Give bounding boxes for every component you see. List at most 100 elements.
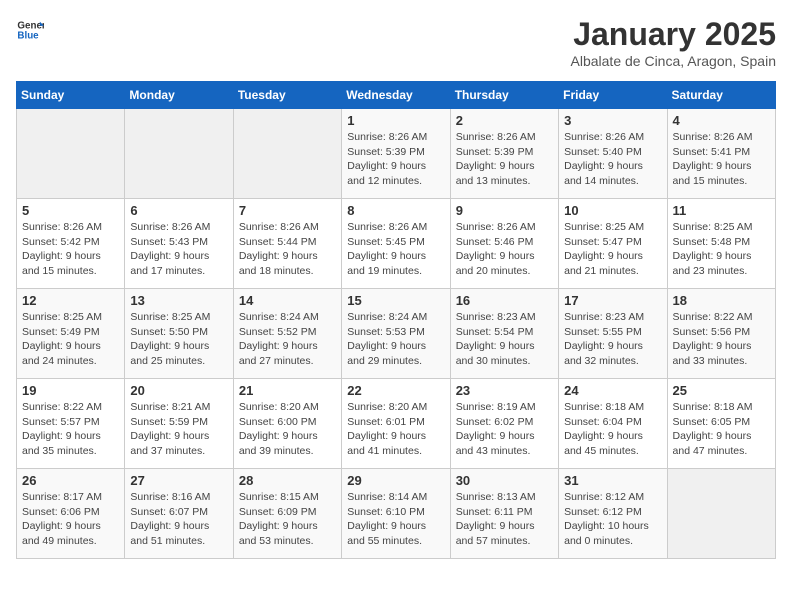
day-cell: 24 Sunrise: 8:18 AM Sunset: 6:04 PM Dayl… (559, 379, 667, 469)
sunset-text: Sunset: 5:59 PM (130, 416, 208, 428)
daylight-text: Daylight: 9 hours and 17 minutes. (130, 250, 209, 277)
day-info: Sunrise: 8:23 AM Sunset: 5:54 PM Dayligh… (456, 310, 553, 369)
day-number: 15 (347, 293, 444, 308)
day-info: Sunrise: 8:18 AM Sunset: 6:04 PM Dayligh… (564, 400, 661, 459)
sunrise-text: Sunrise: 8:26 AM (347, 221, 427, 233)
day-info: Sunrise: 8:26 AM Sunset: 5:46 PM Dayligh… (456, 220, 553, 279)
daylight-text: Daylight: 9 hours and 13 minutes. (456, 160, 535, 187)
day-info: Sunrise: 8:26 AM Sunset: 5:39 PM Dayligh… (347, 130, 444, 189)
header-friday: Friday (559, 82, 667, 109)
sunset-text: Sunset: 6:11 PM (456, 506, 533, 518)
day-cell: 8 Sunrise: 8:26 AM Sunset: 5:45 PM Dayli… (342, 199, 450, 289)
daylight-text: Daylight: 9 hours and 19 minutes. (347, 250, 426, 277)
day-info: Sunrise: 8:26 AM Sunset: 5:44 PM Dayligh… (239, 220, 336, 279)
day-number: 16 (456, 293, 553, 308)
sunset-text: Sunset: 5:39 PM (456, 146, 534, 158)
week-row-3: 12 Sunrise: 8:25 AM Sunset: 5:49 PM Dayl… (17, 289, 776, 379)
sunrise-text: Sunrise: 8:24 AM (239, 311, 319, 323)
day-cell: 21 Sunrise: 8:20 AM Sunset: 6:00 PM Dayl… (233, 379, 341, 469)
sunrise-text: Sunrise: 8:26 AM (456, 131, 536, 143)
daylight-text: Daylight: 9 hours and 15 minutes. (673, 160, 752, 187)
sunrise-text: Sunrise: 8:12 AM (564, 491, 644, 503)
sunset-text: Sunset: 5:49 PM (22, 326, 100, 338)
day-cell: 23 Sunrise: 8:19 AM Sunset: 6:02 PM Dayl… (450, 379, 558, 469)
day-info: Sunrise: 8:25 AM Sunset: 5:49 PM Dayligh… (22, 310, 119, 369)
daylight-text: Daylight: 9 hours and 51 minutes. (130, 520, 209, 547)
week-row-1: 1 Sunrise: 8:26 AM Sunset: 5:39 PM Dayli… (17, 109, 776, 199)
day-info: Sunrise: 8:18 AM Sunset: 6:05 PM Dayligh… (673, 400, 770, 459)
sunrise-text: Sunrise: 8:20 AM (239, 401, 319, 413)
daylight-text: Daylight: 9 hours and 55 minutes. (347, 520, 426, 547)
sunrise-text: Sunrise: 8:26 AM (347, 131, 427, 143)
sunrise-text: Sunrise: 8:26 AM (564, 131, 644, 143)
day-number: 28 (239, 473, 336, 488)
day-number: 3 (564, 113, 661, 128)
day-cell: 29 Sunrise: 8:14 AM Sunset: 6:10 PM Dayl… (342, 469, 450, 559)
sunrise-text: Sunrise: 8:19 AM (456, 401, 536, 413)
day-info: Sunrise: 8:26 AM Sunset: 5:40 PM Dayligh… (564, 130, 661, 189)
title-area: January 2025 Albalate de Cinca, Aragon, … (571, 16, 776, 69)
header-sunday: Sunday (17, 82, 125, 109)
sunset-text: Sunset: 5:53 PM (347, 326, 425, 338)
daylight-text: Daylight: 9 hours and 14 minutes. (564, 160, 643, 187)
sunset-text: Sunset: 5:43 PM (130, 236, 208, 248)
day-number: 12 (22, 293, 119, 308)
day-number: 24 (564, 383, 661, 398)
day-cell: 10 Sunrise: 8:25 AM Sunset: 5:47 PM Dayl… (559, 199, 667, 289)
day-number: 1 (347, 113, 444, 128)
day-number: 14 (239, 293, 336, 308)
daylight-text: Daylight: 9 hours and 33 minutes. (673, 340, 752, 367)
calendar-table: Sunday Monday Tuesday Wednesday Thursday… (16, 81, 776, 559)
day-info: Sunrise: 8:26 AM Sunset: 5:45 PM Dayligh… (347, 220, 444, 279)
day-number: 9 (456, 203, 553, 218)
sunrise-text: Sunrise: 8:16 AM (130, 491, 210, 503)
day-cell: 25 Sunrise: 8:18 AM Sunset: 6:05 PM Dayl… (667, 379, 775, 469)
sunset-text: Sunset: 5:42 PM (22, 236, 100, 248)
day-cell: 2 Sunrise: 8:26 AM Sunset: 5:39 PM Dayli… (450, 109, 558, 199)
sunset-text: Sunset: 5:46 PM (456, 236, 534, 248)
sunset-text: Sunset: 5:39 PM (347, 146, 425, 158)
day-cell: 1 Sunrise: 8:26 AM Sunset: 5:39 PM Dayli… (342, 109, 450, 199)
day-info: Sunrise: 8:26 AM Sunset: 5:42 PM Dayligh… (22, 220, 119, 279)
day-number: 13 (130, 293, 227, 308)
sunset-text: Sunset: 5:47 PM (564, 236, 642, 248)
logo: General Blue (16, 16, 44, 44)
day-cell: 7 Sunrise: 8:26 AM Sunset: 5:44 PM Dayli… (233, 199, 341, 289)
daylight-text: Daylight: 9 hours and 20 minutes. (456, 250, 535, 277)
header: General Blue January 2025 Albalate de Ci… (16, 16, 776, 69)
day-number: 18 (673, 293, 770, 308)
sunrise-text: Sunrise: 8:25 AM (130, 311, 210, 323)
sunrise-text: Sunrise: 8:21 AM (130, 401, 210, 413)
sunrise-text: Sunrise: 8:24 AM (347, 311, 427, 323)
sunrise-text: Sunrise: 8:22 AM (673, 311, 753, 323)
sunrise-text: Sunrise: 8:25 AM (564, 221, 644, 233)
day-cell (233, 109, 341, 199)
logo-icon: General Blue (16, 16, 44, 44)
day-info: Sunrise: 8:26 AM Sunset: 5:43 PM Dayligh… (130, 220, 227, 279)
sunrise-text: Sunrise: 8:26 AM (456, 221, 536, 233)
sunset-text: Sunset: 6:06 PM (22, 506, 100, 518)
day-cell: 3 Sunrise: 8:26 AM Sunset: 5:40 PM Dayli… (559, 109, 667, 199)
day-number: 27 (130, 473, 227, 488)
day-cell: 12 Sunrise: 8:25 AM Sunset: 5:49 PM Dayl… (17, 289, 125, 379)
sunset-text: Sunset: 6:07 PM (130, 506, 208, 518)
day-cell: 6 Sunrise: 8:26 AM Sunset: 5:43 PM Dayli… (125, 199, 233, 289)
sunset-text: Sunset: 5:41 PM (673, 146, 751, 158)
header-saturday: Saturday (667, 82, 775, 109)
daylight-text: Daylight: 9 hours and 49 minutes. (22, 520, 101, 547)
sunrise-text: Sunrise: 8:18 AM (673, 401, 753, 413)
sunrise-text: Sunrise: 8:14 AM (347, 491, 427, 503)
day-info: Sunrise: 8:25 AM Sunset: 5:50 PM Dayligh… (130, 310, 227, 369)
day-info: Sunrise: 8:16 AM Sunset: 6:07 PM Dayligh… (130, 490, 227, 549)
sunrise-text: Sunrise: 8:26 AM (130, 221, 210, 233)
day-cell: 9 Sunrise: 8:26 AM Sunset: 5:46 PM Dayli… (450, 199, 558, 289)
sunrise-text: Sunrise: 8:20 AM (347, 401, 427, 413)
sunset-text: Sunset: 5:52 PM (239, 326, 317, 338)
header-monday: Monday (125, 82, 233, 109)
day-cell: 14 Sunrise: 8:24 AM Sunset: 5:52 PM Dayl… (233, 289, 341, 379)
sunset-text: Sunset: 5:48 PM (673, 236, 751, 248)
sunset-text: Sunset: 6:00 PM (239, 416, 317, 428)
daylight-text: Daylight: 9 hours and 27 minutes. (239, 340, 318, 367)
day-cell (667, 469, 775, 559)
daylight-text: Daylight: 9 hours and 18 minutes. (239, 250, 318, 277)
